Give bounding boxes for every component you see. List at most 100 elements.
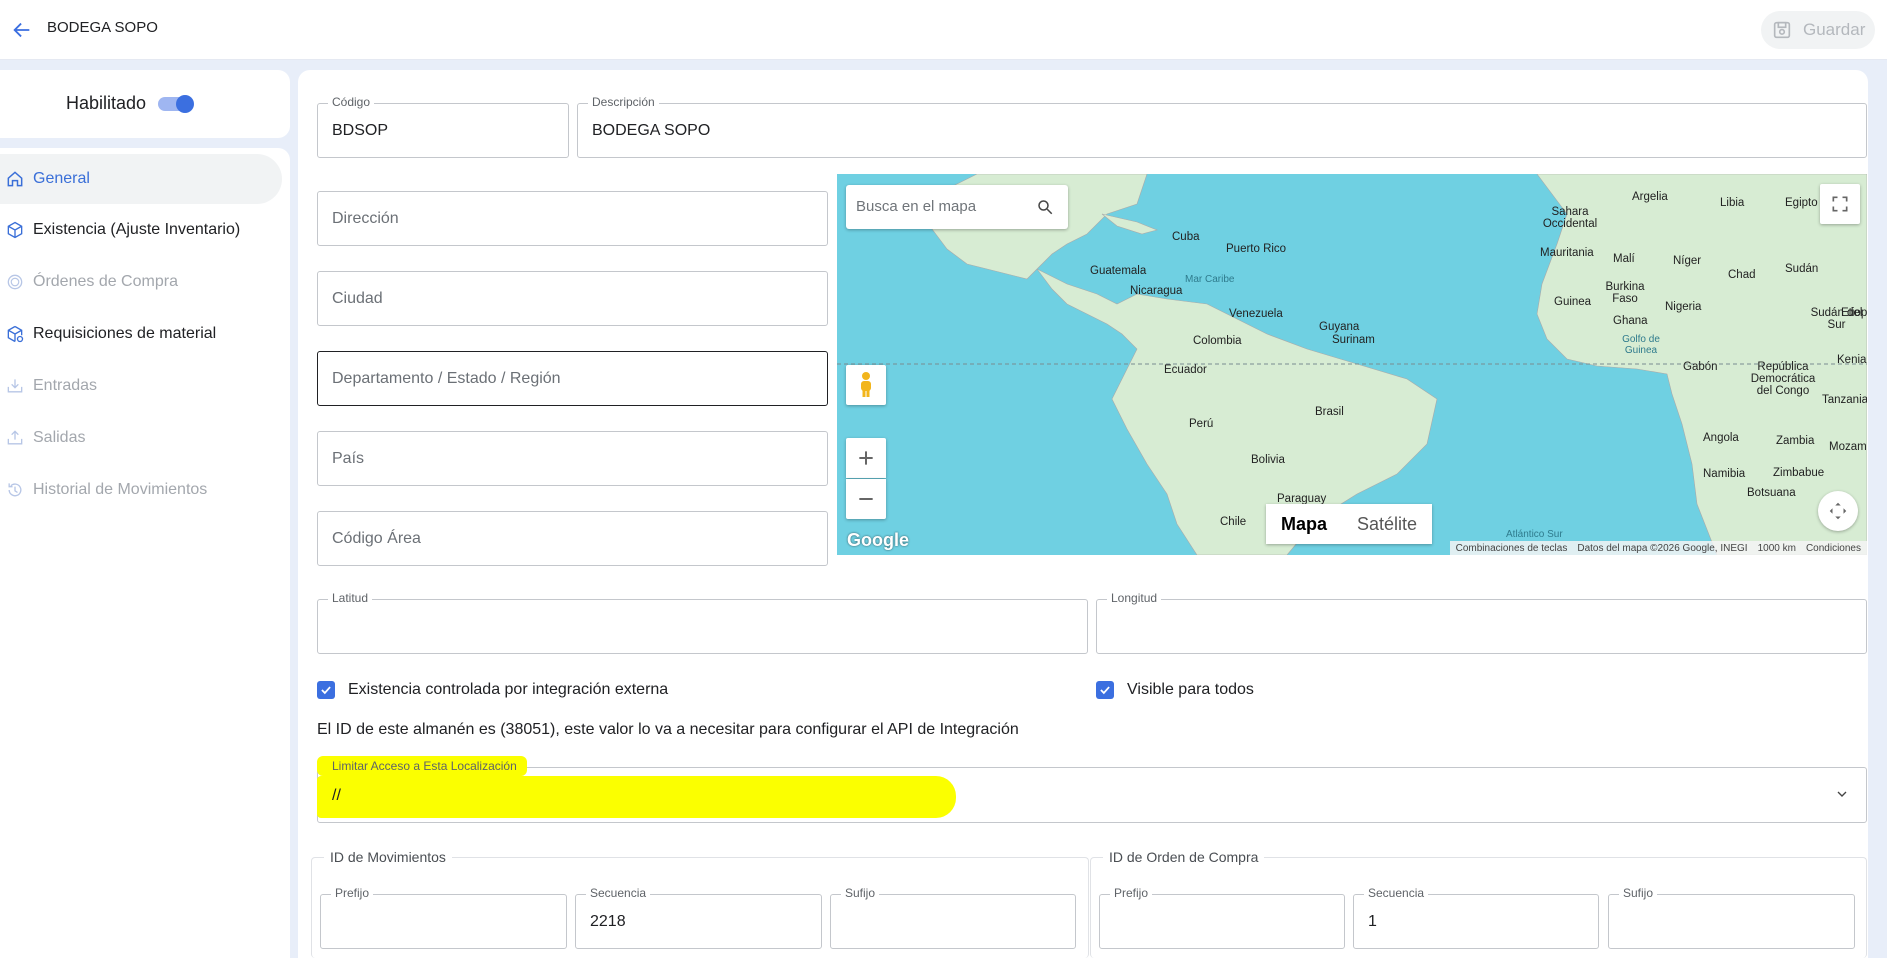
codigo-area-field[interactable]: Código Área bbox=[317, 511, 828, 566]
map-data-text: Datos del mapa ©2026 Google, INEGI bbox=[1577, 542, 1748, 554]
top-bar: BODEGA SOPO Guardar bbox=[0, 0, 1887, 60]
fullscreen-button[interactable] bbox=[1820, 184, 1860, 224]
existencia-externa-checkbox[interactable] bbox=[317, 681, 335, 699]
map-widget[interactable]: Cuba Puerto Rico Guatemala Nicaragua Mar… bbox=[837, 174, 1867, 555]
map-label: Ecuador bbox=[1164, 364, 1207, 376]
terms-link[interactable]: Condiciones bbox=[1806, 543, 1861, 554]
map-label: Cuba bbox=[1172, 231, 1200, 243]
sidebar-item-label: General bbox=[33, 170, 90, 187]
mov-sufijo-label: Sufijo bbox=[841, 886, 880, 900]
mov-secuencia-field[interactable]: Secuencia 2218 bbox=[575, 886, 822, 949]
mov-sufijo-field[interactable]: Sufijo bbox=[830, 886, 1076, 949]
zoom-out-button[interactable] bbox=[846, 479, 886, 519]
search-icon[interactable] bbox=[1036, 198, 1054, 221]
map-label: Venezuela bbox=[1229, 308, 1283, 320]
check-icon bbox=[1100, 686, 1110, 695]
departamento-field[interactable]: Departamento / Estado / Región bbox=[317, 351, 828, 406]
descripcion-field[interactable]: Descripción BODEGA SOPO bbox=[577, 95, 1867, 158]
oc-prefijo-field[interactable]: Prefijo bbox=[1099, 886, 1345, 949]
map-label: Chad bbox=[1728, 269, 1756, 281]
inbox-in-icon bbox=[2, 373, 28, 399]
map-label: Golfo de Guinea bbox=[1622, 334, 1660, 356]
map-label: Zambia bbox=[1776, 435, 1815, 447]
sidebar-item-general[interactable]: General bbox=[0, 154, 282, 204]
map-label: Atlántico Sur bbox=[1506, 529, 1563, 540]
map-scale[interactable]: 1000 km bbox=[1758, 543, 1796, 554]
limitar-acceso-select[interactable]: Limitar Acceso a Esta Localización // bbox=[317, 756, 1867, 823]
mov-prefijo-field[interactable]: Prefijo bbox=[320, 886, 567, 949]
map-footer: Combinaciones de teclas Datos del mapa ©… bbox=[1449, 541, 1867, 555]
google-logo: Google bbox=[847, 530, 909, 550]
map-label: Zimbabue bbox=[1773, 467, 1825, 479]
camera-control-button[interactable] bbox=[1818, 491, 1858, 531]
map-label: Nicaragua bbox=[1130, 285, 1183, 297]
map-label: Chile bbox=[1220, 516, 1247, 528]
history-icon bbox=[2, 477, 28, 503]
enabled-panel: Habilitado bbox=[0, 70, 290, 138]
map-label: Argelia bbox=[1632, 191, 1668, 203]
map-label: Angola bbox=[1703, 432, 1739, 444]
mov-secuencia-label: Secuencia bbox=[586, 886, 651, 900]
map-label: Mauritania bbox=[1540, 247, 1594, 259]
chevron-down-icon[interactable] bbox=[1834, 786, 1850, 807]
sidebar-item-ordenes-compra[interactable]: Órdenes de Compra bbox=[0, 257, 282, 307]
map-label: Gabón bbox=[1683, 361, 1718, 373]
codigo-value: BDSOP bbox=[332, 122, 389, 139]
sidebar-item-existencia[interactable]: Existencia (Ajuste Inventario) bbox=[0, 205, 282, 255]
check-icon bbox=[321, 686, 331, 695]
oc-sufijo-field[interactable]: Sufijo bbox=[1608, 886, 1855, 949]
sidebar-item-requisiciones[interactable]: Requisiciones de material bbox=[0, 309, 282, 359]
sidebar-item-label: Entradas bbox=[33, 377, 98, 394]
box-icon bbox=[2, 217, 28, 243]
map-label: Etiop bbox=[1841, 307, 1867, 319]
map-label: Guyana bbox=[1319, 321, 1360, 333]
ciudad-field[interactable]: Ciudad bbox=[317, 271, 828, 326]
direccion-field[interactable]: Dirección bbox=[317, 191, 828, 246]
sidebar-item-label: Existencia (Ajuste Inventario) bbox=[33, 221, 241, 238]
pegman-icon bbox=[861, 372, 871, 397]
oc-secuencia-field[interactable]: Secuencia 1 bbox=[1353, 886, 1599, 949]
zoom-in-button[interactable] bbox=[846, 438, 886, 478]
sidebar-item-entradas[interactable]: Entradas bbox=[0, 361, 282, 411]
map-type-map-button[interactable]: Mapa bbox=[1266, 504, 1342, 544]
codigo-field[interactable]: Código BDSOP bbox=[317, 95, 569, 158]
street-view-button[interactable] bbox=[846, 365, 886, 405]
map-label: Guinea bbox=[1554, 296, 1592, 308]
sidebar-item-historial[interactable]: Historial de Movimientos bbox=[0, 465, 282, 515]
visible-todos-checkbox[interactable] bbox=[1096, 681, 1114, 699]
arrow-left-icon bbox=[13, 22, 30, 38]
pais-field[interactable]: País bbox=[317, 431, 828, 486]
outbox-icon bbox=[2, 425, 28, 451]
longitud-field[interactable]: Longitud bbox=[1096, 591, 1867, 654]
coin-icon bbox=[2, 269, 28, 295]
map-label: Sudán bbox=[1785, 263, 1819, 275]
oc-sufijo-label: Sufijo bbox=[1619, 886, 1658, 900]
map-type-satellite-button[interactable]: Satélite bbox=[1342, 504, 1432, 544]
map-search-box[interactable]: Busca en el mapa bbox=[846, 185, 1068, 229]
integration-id-text: El ID de este almanén es (38051), este v… bbox=[317, 721, 1019, 738]
map-label: Perú bbox=[1189, 418, 1214, 430]
mov-secuencia-value: 2218 bbox=[590, 913, 626, 930]
map-label: Malí bbox=[1613, 253, 1635, 265]
map-label: Burkina Faso bbox=[1605, 281, 1645, 305]
toggle-thumb bbox=[176, 95, 194, 113]
keyboard-shortcuts-link[interactable]: Combinaciones de teclas bbox=[1456, 543, 1568, 554]
save-button[interactable]: Guardar bbox=[1761, 11, 1875, 49]
minus-icon bbox=[859, 498, 873, 500]
latitud-field[interactable]: Latitud bbox=[317, 591, 1088, 654]
map-label: Surinam bbox=[1332, 334, 1375, 346]
map-label: Kenia bbox=[1837, 354, 1867, 366]
limitar-acceso-label: Limitar Acceso a Esta Localización bbox=[332, 759, 517, 773]
map-label: Brasil bbox=[1315, 406, 1344, 418]
sidebar-item-label: Historial de Movimientos bbox=[33, 481, 208, 498]
map-label: Guatemala bbox=[1090, 265, 1147, 277]
sidebar-item-salidas[interactable]: Salidas bbox=[0, 413, 282, 463]
floppy-disk-icon bbox=[1773, 21, 1791, 39]
sidebar-item-label: Requisiciones de material bbox=[33, 325, 217, 342]
oc-prefijo-label: Prefijo bbox=[1110, 886, 1153, 900]
enabled-toggle[interactable] bbox=[158, 95, 196, 113]
visible-todos-label: Visible para todos bbox=[1127, 681, 1254, 698]
id-orden-compra-title: ID de Orden de Compra bbox=[1103, 849, 1265, 865]
mov-prefijo-label: Prefijo bbox=[331, 886, 374, 900]
back-button[interactable] bbox=[6, 14, 38, 46]
